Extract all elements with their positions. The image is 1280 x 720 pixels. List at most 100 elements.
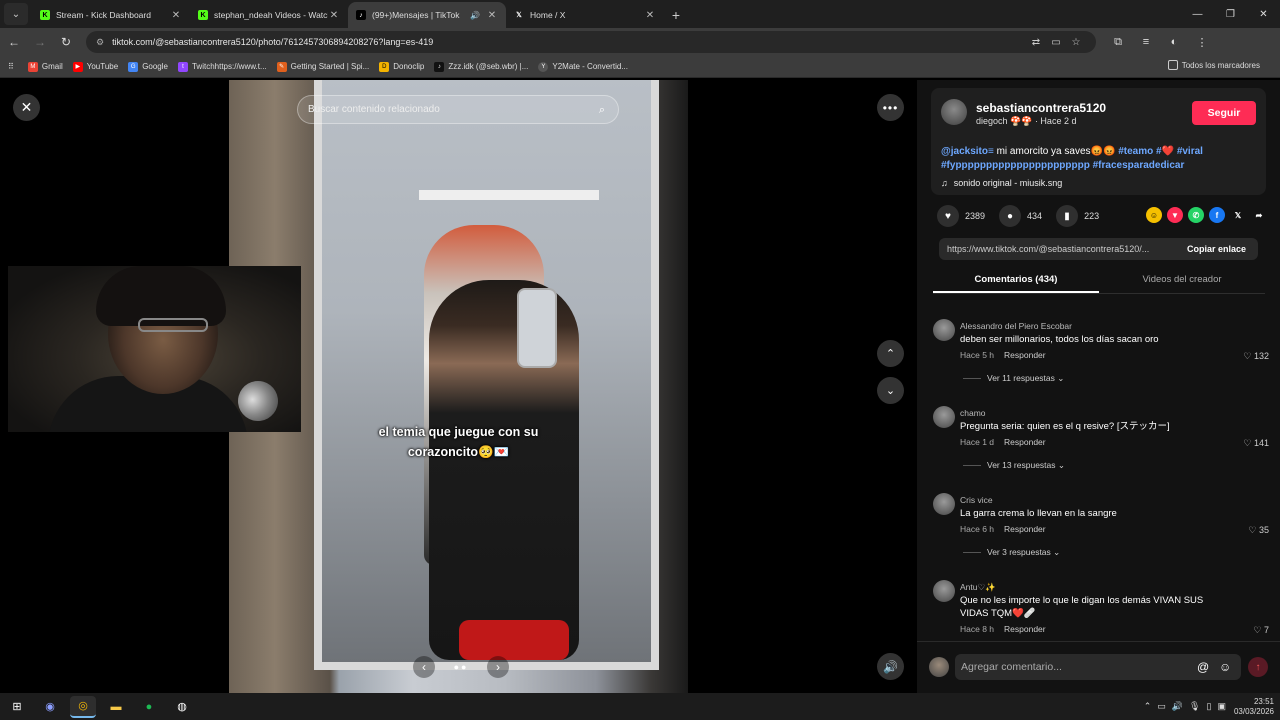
close-viewer-button[interactable]: ✕ [13, 94, 40, 121]
bookmark-donoclip[interactable]: D Donoclip [379, 61, 424, 72]
network-icon[interactable]: ▭ [1157, 701, 1166, 712]
bookmark-youtube[interactable]: ▶ YouTube [72, 61, 118, 72]
hashtag-link[interactable]: #fracesparadedicar [1093, 160, 1185, 171]
forward-button[interactable]: → [28, 30, 52, 54]
bookmark-gmail[interactable]: M Gmail [27, 61, 63, 72]
new-tab-button[interactable]: + [664, 2, 688, 28]
display-icon[interactable]: ▣ [1217, 701, 1226, 712]
comment-input[interactable]: Agregar comentario... @ ☺ [955, 654, 1241, 680]
bookmark-star-icon[interactable]: ☆ [1066, 37, 1086, 48]
commenter-avatar[interactable] [933, 493, 955, 515]
view-replies-button[interactable]: Ver 3 respuestas ⌄ [963, 547, 1060, 558]
commenter-name[interactable]: chamo [960, 408, 986, 418]
repost-icon[interactable]: ▼ [1167, 207, 1183, 223]
volume-button[interactable]: 🔊 [877, 653, 904, 680]
apps-grid-icon[interactable]: ⠿ [8, 62, 14, 71]
post-comment-button[interactable]: ↑ [1248, 657, 1268, 677]
more-options-button[interactable]: ••• [877, 94, 904, 121]
commenter-name[interactable]: Antu♡✨ [960, 582, 996, 593]
hashtag-link[interactable]: #viral [1177, 146, 1203, 157]
view-replies-button[interactable]: Ver 11 respuestas ⌄ [963, 373, 1064, 384]
bookmark-spicetify[interactable]: ✎ Getting Started | Spi... [276, 61, 369, 72]
tab-creator-videos[interactable]: Videos del creador [1099, 270, 1265, 293]
view-replies-button[interactable]: Ver 13 respuestas ⌄ [963, 460, 1065, 471]
close-tab-icon[interactable]: ✕ [644, 10, 656, 21]
tab-tiktok-messages[interactable]: ♪ (99+)Mensajes | TikTok 🔊 ✕ [348, 2, 506, 28]
like-button[interactable]: ♥ 2389 [937, 205, 985, 227]
reply-button[interactable]: Responder [1004, 350, 1046, 360]
all-bookmarks-folder[interactable]: Todos los marcadores [1167, 60, 1260, 70]
emoji-icon[interactable]: ☺ [1219, 660, 1231, 674]
friends-share-icon[interactable]: ☺ [1146, 207, 1162, 223]
author-username[interactable]: sebastiancontrera5120 [976, 101, 1106, 115]
media-controls-icon[interactable]: ≡ [1132, 36, 1160, 49]
hashtag-link[interactable]: #teamo [1118, 146, 1153, 157]
battery-icon[interactable]: ▯ [1206, 701, 1211, 712]
close-tab-icon[interactable]: ✕ [486, 10, 498, 21]
copy-link-button[interactable]: Copiar enlace [1177, 244, 1258, 254]
profile-icon[interactable]: ◐ [1160, 36, 1188, 49]
commenter-name[interactable]: Alessandro del Piero Escobar [960, 321, 1072, 331]
commenter-avatar[interactable] [933, 580, 955, 602]
extensions-icon[interactable]: ⧉ [1104, 36, 1132, 49]
spotify-icon[interactable]: ● [136, 696, 162, 718]
commenter-avatar[interactable] [933, 319, 955, 341]
follow-button[interactable]: Seguir [1192, 101, 1256, 125]
reply-button[interactable]: Responder [1004, 624, 1046, 634]
translate-icon[interactable]: ⇄ [1026, 37, 1046, 48]
site-info-icon[interactable]: ⚙ [96, 37, 104, 48]
mention-link[interactable]: @jacksito≡ [941, 146, 994, 157]
commenter-name[interactable]: Cris vice [960, 495, 993, 505]
save-button[interactable]: ▮ 223 [1056, 205, 1099, 227]
file-explorer-icon[interactable]: ▬ [103, 696, 129, 718]
tab-search-menu[interactable]: ⌄ [4, 3, 28, 25]
bookmark-y2mate[interactable]: Y Y2Mate - Convertid... [538, 61, 628, 72]
tab-comments[interactable]: Comentarios (434) [933, 270, 1099, 293]
comment-like-button[interactable]: ♡ 7 [1253, 625, 1269, 636]
minimize-button[interactable]: — [1181, 0, 1214, 28]
restore-button[interactable]: ❐ [1214, 0, 1247, 28]
mic-icon[interactable]: 🎙 [1189, 701, 1200, 712]
comment-like-button[interactable]: ♡ 35 [1248, 525, 1269, 536]
share-arrow-icon[interactable]: ➦ [1251, 207, 1267, 223]
facebook-icon[interactable]: f [1209, 207, 1225, 223]
comment-like-button[interactable]: ♡ 132 [1243, 351, 1269, 362]
bookmark-google[interactable]: G Google [128, 61, 168, 72]
window-close-button[interactable]: ✕ [1247, 0, 1280, 28]
comment-button[interactable]: ● 434 [999, 205, 1042, 227]
carousel-next-button[interactable]: › [487, 656, 509, 678]
hashtag-link[interactable]: #❤️ [1156, 146, 1174, 157]
next-post-button[interactable]: ⌄ [877, 377, 904, 404]
comment-like-button[interactable]: ♡ 141 [1243, 438, 1269, 449]
bookmark-twitch[interactable]: t Twitchhttps://www.t... [177, 61, 267, 72]
related-search-input[interactable]: Buscar contenido relacionado ⌕ [297, 95, 619, 124]
windows-start-icon[interactable]: ⊞ [4, 696, 30, 718]
whatsapp-icon[interactable]: ✆ [1188, 207, 1204, 223]
sound-link[interactable]: ♫ sonido original - miusik.sng [941, 178, 1062, 188]
reply-button[interactable]: Responder [1004, 524, 1046, 534]
carousel-prev-button[interactable]: ‹ [413, 656, 435, 678]
reply-button[interactable]: Responder [1004, 437, 1046, 447]
tab-kick-dashboard[interactable]: K Stream - Kick Dashboard ✕ [32, 2, 190, 28]
bookmark-tiktok-profile[interactable]: ♪ Zzz.idk (@seb.wbr) |... [434, 61, 528, 72]
back-button[interactable]: ← [2, 30, 26, 54]
system-clock[interactable]: 23:51 03/03/2026 [1234, 697, 1274, 717]
reload-button[interactable]: ↻ [54, 30, 78, 54]
audio-playing-icon[interactable]: 🔊 [470, 11, 480, 20]
tab-stephan-videos[interactable]: K stephan_ndeah Videos - Watch ✕ [190, 2, 348, 28]
commenter-avatar[interactable] [933, 406, 955, 428]
author-avatar[interactable] [941, 99, 967, 125]
tab-x-home[interactable]: 𝕏 Home / X ✕ [506, 2, 664, 28]
close-tab-icon[interactable]: ✕ [328, 10, 340, 21]
tray-chevron-icon[interactable]: ⌃ [1144, 701, 1152, 712]
cast-icon[interactable]: ▭ [1046, 37, 1066, 48]
mention-icon[interactable]: @ [1197, 660, 1209, 674]
search-icon[interactable]: ⌕ [590, 98, 614, 122]
close-tab-icon[interactable]: ✕ [170, 10, 182, 21]
volume-icon[interactable]: 🔊 [1172, 701, 1183, 712]
chrome-icon[interactable]: ◎ [70, 695, 96, 718]
discord-icon[interactable]: ◉ [37, 696, 63, 718]
x-share-icon[interactable]: 𝕏 [1230, 207, 1246, 223]
address-bar[interactable]: ⚙ tiktok.com/@sebastiancontrera5120/phot… [86, 31, 1096, 53]
previous-post-button[interactable]: ⌃ [877, 340, 904, 367]
